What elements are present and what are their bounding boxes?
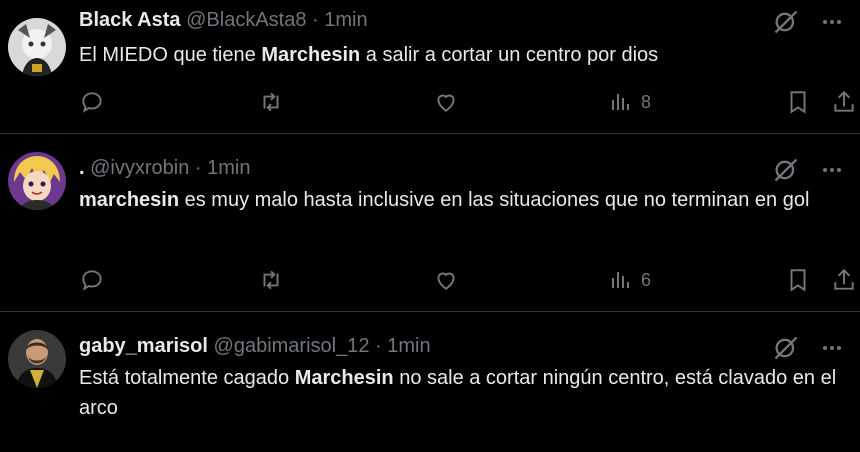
timestamp[interactable]: 1min xyxy=(207,157,250,179)
reply-icon xyxy=(82,270,102,291)
like-button[interactable] xyxy=(433,87,459,117)
retweet-icon xyxy=(263,270,279,290)
tweet[interactable]: gaby_marisol @gabimarisol_12 · 1min Está… xyxy=(0,312,860,452)
avatar[interactable] xyxy=(8,330,66,388)
bookmark-icon xyxy=(790,91,806,114)
avatar[interactable] xyxy=(8,152,66,210)
tweet[interactable]: . @ivyxrobin · 1min marchesin es muy mal… xyxy=(0,134,860,312)
views-count: 8 xyxy=(641,91,652,112)
timestamp[interactable]: 1min xyxy=(387,335,430,357)
grok-icon[interactable] xyxy=(772,156,800,184)
highlight-keyword: marchesin xyxy=(79,189,180,211)
views-icon xyxy=(612,94,629,110)
views-button[interactable]: 8 xyxy=(609,87,651,117)
tweet-header: Black Asta @BlackAsta8 · 1min xyxy=(79,8,368,32)
more-icon[interactable] xyxy=(820,158,844,182)
like-icon xyxy=(437,94,455,112)
bookmark-button[interactable] xyxy=(785,87,811,117)
user-handle[interactable]: @gabimarisol_12 xyxy=(214,335,370,357)
tweet-text-part: a salir a cortar un centro por dios xyxy=(360,44,659,66)
reply-button[interactable] xyxy=(79,87,105,117)
tweet[interactable]: Black Asta @BlackAsta8 · 1min El MIEDO q… xyxy=(0,0,860,134)
grok-icon[interactable] xyxy=(772,334,800,362)
retweet-button[interactable] xyxy=(257,87,285,117)
bookmark-icon xyxy=(790,269,806,292)
views-button[interactable]: 6 xyxy=(609,265,651,295)
tweet-text-part: Está totalmente cagado xyxy=(79,367,295,389)
display-name[interactable]: . xyxy=(79,157,85,179)
highlight-keyword: Marchesin xyxy=(294,367,394,389)
tweet-header: gaby_marisol @gabimarisol_12 · 1min xyxy=(79,334,431,358)
highlight-keyword: Marchesin xyxy=(261,44,361,66)
avatar[interactable] xyxy=(8,18,66,76)
tweet-text-part: es muy malo hasta inclusive en las situa… xyxy=(179,189,810,211)
views-count: 6 xyxy=(641,269,652,290)
share-button[interactable] xyxy=(831,87,857,117)
separator-dot: · xyxy=(312,9,319,31)
retweet-icon xyxy=(263,92,279,112)
timestamp[interactable]: 1min xyxy=(324,9,367,31)
display-name[interactable]: gaby_marisol xyxy=(79,335,208,357)
user-handle[interactable]: @ivyxrobin xyxy=(90,157,189,179)
separator-dot: · xyxy=(375,335,382,357)
more-icon[interactable] xyxy=(820,336,844,360)
share-button[interactable] xyxy=(831,265,857,295)
tweet-text: Está totalmente cagado Marchesin no sale… xyxy=(79,363,839,423)
like-icon xyxy=(437,272,455,290)
bookmark-button[interactable] xyxy=(785,265,811,295)
tweet-text: El MIEDO que tiene Marchesin a salir a c… xyxy=(79,40,839,70)
user-handle[interactable]: @BlackAsta8 xyxy=(186,9,306,31)
share-icon xyxy=(834,90,854,112)
tweet-header: . @ivyxrobin · 1min xyxy=(79,156,251,180)
reply-button[interactable] xyxy=(79,265,105,295)
separator-dot: · xyxy=(194,157,202,179)
tweet-actions: 8 xyxy=(79,87,860,117)
tweet-text: marchesin es muy malo hasta inclusive en… xyxy=(79,185,839,215)
share-icon xyxy=(834,268,854,290)
display-name[interactable]: Black Asta xyxy=(79,9,181,31)
views-icon xyxy=(612,272,629,288)
tweet-top-icons xyxy=(772,156,844,184)
reply-icon xyxy=(82,92,102,113)
like-button[interactable] xyxy=(433,265,459,295)
tweet-top-icons xyxy=(772,8,844,36)
more-icon[interactable] xyxy=(820,10,844,34)
tweet-top-icons xyxy=(772,334,844,362)
tweet-text-part: El MIEDO que tiene xyxy=(79,44,262,66)
tweet-actions: 6 xyxy=(79,265,860,295)
retweet-button[interactable] xyxy=(257,265,285,295)
grok-icon[interactable] xyxy=(772,8,800,36)
